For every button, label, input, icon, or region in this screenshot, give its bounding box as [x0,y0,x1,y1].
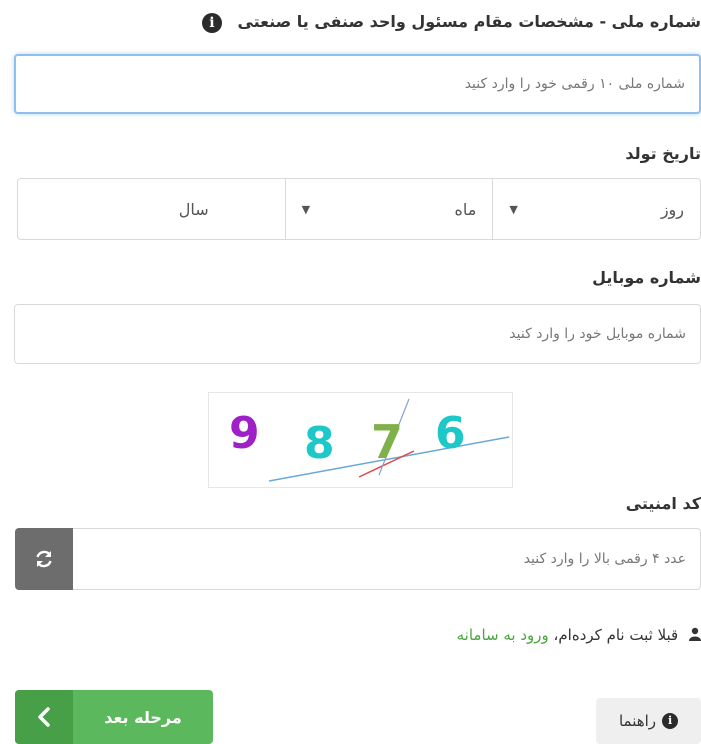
day-select-value: روز [660,199,684,219]
help-button[interactable]: i راهنما [596,698,701,744]
national-id-input[interactable]: شماره ملی ۱۰ رقمی خود را وارد کنید [14,54,701,114]
security-code-input[interactable]: عدد ۴ رقمی بالا را وارد کنید [72,528,701,590]
captcha-graphic: 9 8 7 6 [229,398,510,482]
help-info-icon: i [662,713,679,729]
captcha-digit: 7 [371,415,403,469]
already-registered-text: قبلا ثبت نام کرده‌ام، [553,626,679,644]
day-caret-icon: ▼ [509,202,518,216]
mobile-input[interactable]: شماره موبایل خود را وارد کنید [14,304,701,364]
security-code-label: کد امنیتی [625,494,701,513]
mobile-placeholder: شماره موبایل خود را وارد کنید [509,326,686,342]
month-select[interactable]: ماه ▼ [286,179,494,239]
birth-date-label: تاریخ تولد [625,144,701,163]
year-input-placeholder: سال [178,199,209,219]
already-registered-line: قبلا ثبت نام کرده‌ام، ورود به سامانه [457,626,701,645]
info-icon[interactable]: i [201,12,222,33]
captcha-image: 9 8 7 6 [208,392,513,488]
chevron-left-icon [15,690,73,744]
national-id-placeholder: شماره ملی ۱۰ رقمی خود را وارد کنید [464,76,685,92]
captcha-refresh-button[interactable] [15,528,73,590]
year-input[interactable]: سال [18,179,286,239]
captcha-digit: 9 [229,408,260,459]
user-icon [689,627,701,645]
refresh-icon [36,550,52,568]
month-select-value: ماه [454,199,477,219]
login-link[interactable]: ورود به سامانه [457,626,549,644]
mobile-label: شماره موبایل [592,268,701,287]
help-label: راهنما [618,712,657,730]
next-step-label: مرحله بعد [104,707,182,727]
security-code-placeholder: عدد ۴ رقمی بالا را وارد کنید [523,551,686,567]
day-select[interactable]: روز ▼ [493,179,700,239]
captcha-digit: 8 [304,418,335,469]
captcha-digit: 6 [435,408,466,459]
month-caret-icon: ▼ [301,202,311,216]
next-step-button[interactable]: مرحله بعد [15,690,213,744]
birth-date-group: روز ▼ ماه ▼ سال [17,178,701,240]
national-id-label-row: شماره ملی - مشخصات مقام مسئول واحد صنفی … [201,12,701,33]
national-id-label: شماره ملی - مشخصات مقام مسئول واحد صنفی … [237,12,701,31]
